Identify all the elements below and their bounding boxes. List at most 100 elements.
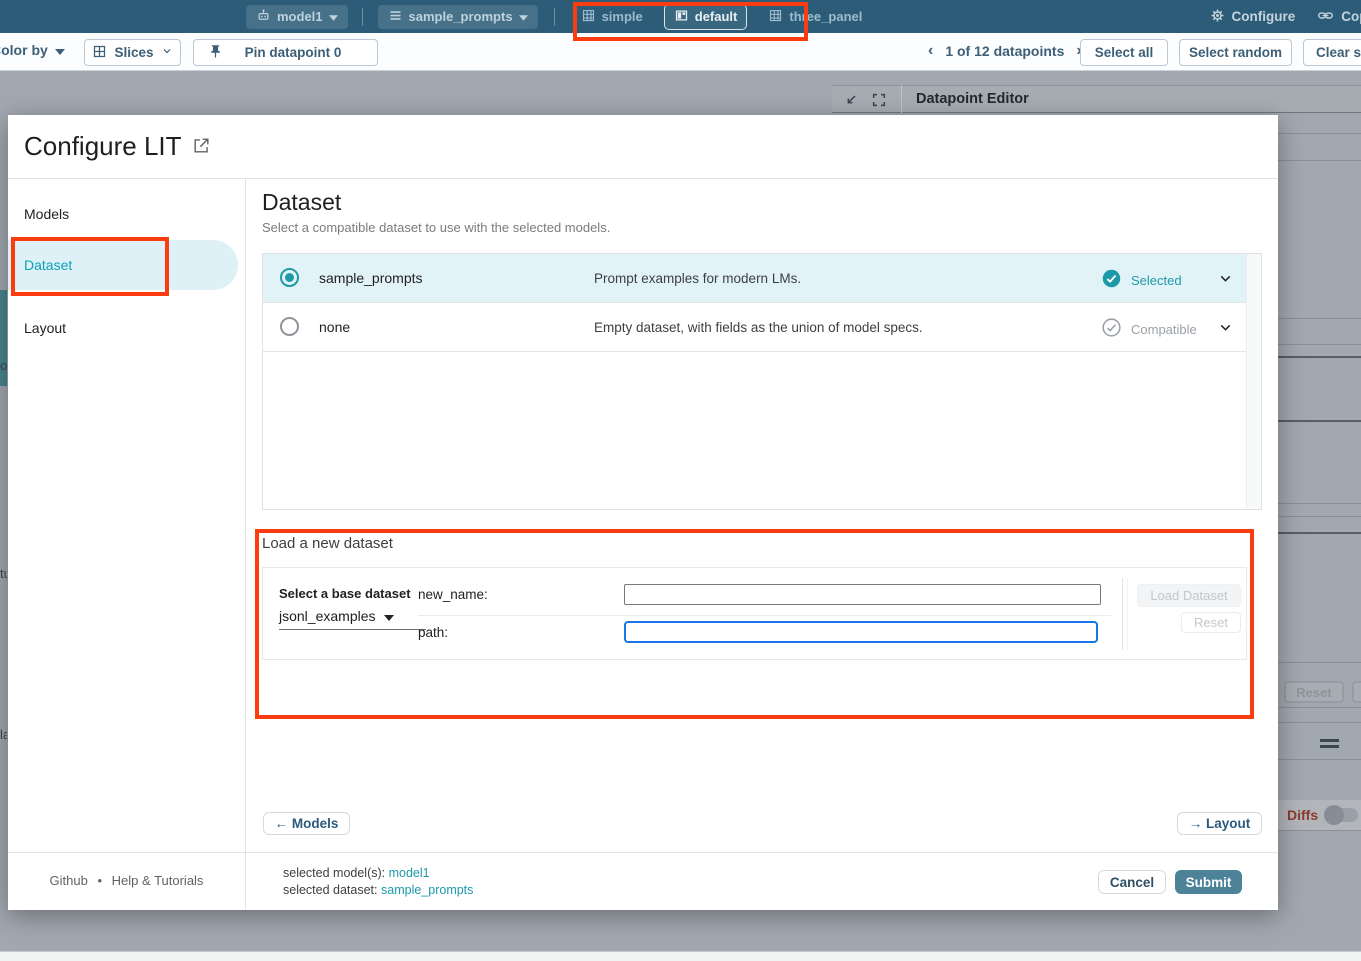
dataset-description: Empty dataset, with fields as the union … bbox=[594, 320, 923, 335]
clear-selection-button[interactable]: Clear se bbox=[1303, 39, 1361, 66]
page-subtitle: Select a compatible dataset to use with … bbox=[262, 220, 610, 235]
diffs-toggle[interactable] bbox=[1324, 808, 1358, 822]
pin-icon bbox=[208, 44, 223, 62]
status-badge: Compatible bbox=[1101, 317, 1197, 341]
new-name-label: new_name: bbox=[418, 587, 488, 602]
bottom-strip bbox=[0, 951, 1361, 961]
backdrop-divider bbox=[1278, 759, 1361, 760]
dataset-selector-label: sample_prompts bbox=[409, 9, 513, 24]
caret-down-icon bbox=[55, 42, 65, 58]
color-by-dropdown[interactable]: Color by bbox=[0, 42, 65, 58]
selected-dataset-line: selected dataset: sample_prompts bbox=[283, 883, 473, 897]
path-input[interactable] bbox=[624, 621, 1098, 643]
copy-link-button[interactable]: Copy bbox=[1317, 7, 1361, 27]
dialog-title-row: Configure LIT bbox=[24, 131, 211, 162]
prev-datapoint-arrow[interactable]: ‹ bbox=[928, 42, 933, 60]
backdrop-divider bbox=[1278, 516, 1361, 517]
backdrop-divider bbox=[1278, 356, 1361, 358]
load-dataset-button[interactable]: Load Dataset bbox=[1137, 584, 1241, 607]
dialog-title: Configure LIT bbox=[24, 131, 182, 162]
submit-button[interactable]: Submit bbox=[1175, 870, 1242, 894]
scrollbar[interactable] bbox=[1246, 254, 1261, 509]
cancel-button[interactable]: Cancel bbox=[1098, 870, 1166, 894]
dataset-description: Prompt examples for modern LMs. bbox=[594, 271, 801, 286]
reset-button[interactable]: Reset bbox=[1181, 612, 1241, 633]
diffs-toolbar: Diffs bbox=[1278, 800, 1361, 831]
dataset-name: sample_prompts bbox=[319, 270, 423, 286]
sidebar-item-layout[interactable]: Layout bbox=[24, 320, 66, 336]
backdrop-divider bbox=[1278, 160, 1361, 161]
layout-tab-three-panel[interactable]: three_panel bbox=[758, 4, 872, 30]
copy-label: Copy bbox=[1341, 9, 1361, 24]
layout-tab-simple[interactable]: simple bbox=[571, 4, 653, 30]
backdrop-divider bbox=[1278, 707, 1361, 708]
backdrop-divider bbox=[1278, 662, 1361, 663]
minimize-icon[interactable] bbox=[843, 92, 859, 108]
select-random-button[interactable]: Select random bbox=[1179, 39, 1292, 66]
layout-tab-default[interactable]: default bbox=[664, 4, 748, 30]
sidebar-divider bbox=[245, 178, 246, 910]
configure-button[interactable]: Configure bbox=[1210, 8, 1296, 26]
radio-selected-icon[interactable] bbox=[280, 268, 299, 287]
caret-down-icon bbox=[384, 608, 394, 624]
dataset-row-none[interactable]: none Empty dataset, with fields as the u… bbox=[263, 303, 1246, 352]
selected-dataset-link[interactable]: sample_prompts bbox=[381, 883, 473, 897]
chevron-down-icon[interactable] bbox=[1217, 319, 1234, 341]
pagination-label: 1 of 12 datapoints bbox=[945, 43, 1064, 59]
slices-button[interactable]: Slices bbox=[84, 39, 181, 66]
selected-dataset-label: selected dataset: bbox=[283, 883, 378, 897]
diffs-label: Diffs bbox=[1287, 807, 1318, 823]
sidebar-item-label: Dataset bbox=[24, 257, 72, 273]
prev-step-models-button[interactable]: ← Models bbox=[263, 812, 350, 835]
toolbar-divider bbox=[362, 8, 363, 26]
slices-grid-icon bbox=[92, 44, 107, 62]
top-app-bar: model1 sample_prompts simple bbox=[0, 0, 1361, 33]
clear-selection-label: Clear se bbox=[1316, 45, 1361, 60]
dataset-row-sample-prompts[interactable]: sample_prompts Prompt examples for moder… bbox=[263, 254, 1246, 303]
select-all-button[interactable]: Select all bbox=[1080, 39, 1168, 66]
next-step-layout-button[interactable]: → Layout bbox=[1177, 812, 1262, 835]
status-label: Selected bbox=[1131, 273, 1182, 288]
sidebar-item-models[interactable]: Models bbox=[24, 206, 69, 222]
backdrop-divider bbox=[1278, 532, 1361, 534]
new-name-input[interactable] bbox=[624, 584, 1101, 605]
panel-title: Datapoint Editor bbox=[916, 91, 1029, 107]
configure-label: Configure bbox=[1232, 9, 1296, 24]
model-selector-button[interactable]: model1 bbox=[246, 5, 348, 29]
background-reset-button[interactable]: Reset bbox=[1284, 681, 1344, 703]
caret-down-icon bbox=[519, 9, 528, 24]
configure-lit-dialog: Configure LIT Models Dataset Layout Data… bbox=[8, 115, 1278, 910]
dataset-selector-button[interactable]: sample_prompts bbox=[378, 5, 538, 29]
base-dataset-label: Select a base dataset bbox=[279, 586, 411, 601]
github-link[interactable]: Github bbox=[50, 873, 88, 888]
dataset-name: none bbox=[319, 319, 350, 335]
background-button-partial[interactable] bbox=[1352, 681, 1361, 703]
base-dataset-select[interactable]: jsonl_examples bbox=[279, 608, 426, 630]
backdrop-divider bbox=[1278, 420, 1361, 422]
help-tutorials-link[interactable]: Help & Tutorials bbox=[112, 873, 204, 888]
open-in-new-icon[interactable] bbox=[192, 131, 211, 162]
selected-model-link[interactable]: model1 bbox=[389, 866, 430, 880]
selection-toolbar: Color by Slices Pin datapoint 0 ‹ 1 of 1… bbox=[0, 33, 1361, 71]
clipped-text-fragment: tu bbox=[0, 566, 7, 581]
color-by-label: Color by bbox=[0, 42, 48, 58]
backdrop-divider bbox=[1278, 318, 1361, 319]
dataset-table: sample_prompts Prompt examples for moder… bbox=[262, 253, 1262, 510]
link-icon bbox=[1317, 7, 1334, 27]
clipped-text-fragment: o bbox=[0, 358, 7, 373]
load-dataset-section-title: Load a new dataset bbox=[262, 535, 393, 552]
path-label: path: bbox=[418, 625, 448, 640]
status-badge: Selected bbox=[1101, 268, 1182, 292]
gear-icon bbox=[1210, 8, 1225, 26]
footer-divider bbox=[8, 852, 1278, 853]
fullscreen-icon[interactable] bbox=[871, 92, 887, 108]
backdrop-divider bbox=[1278, 503, 1361, 504]
radio-unselected-icon[interactable] bbox=[280, 317, 299, 336]
sidebar-item-dataset[interactable]: Dataset bbox=[8, 240, 238, 290]
header-divider bbox=[8, 178, 1278, 179]
chevron-down-icon[interactable] bbox=[1217, 270, 1234, 292]
datapoint-pagination: ‹ 1 of 12 datapoints › bbox=[928, 42, 1082, 60]
pin-datapoint-button[interactable]: Pin datapoint 0 bbox=[193, 39, 378, 66]
clipped-text-fragment: la bbox=[0, 727, 7, 742]
drag-handle-icon[interactable] bbox=[1320, 739, 1339, 751]
